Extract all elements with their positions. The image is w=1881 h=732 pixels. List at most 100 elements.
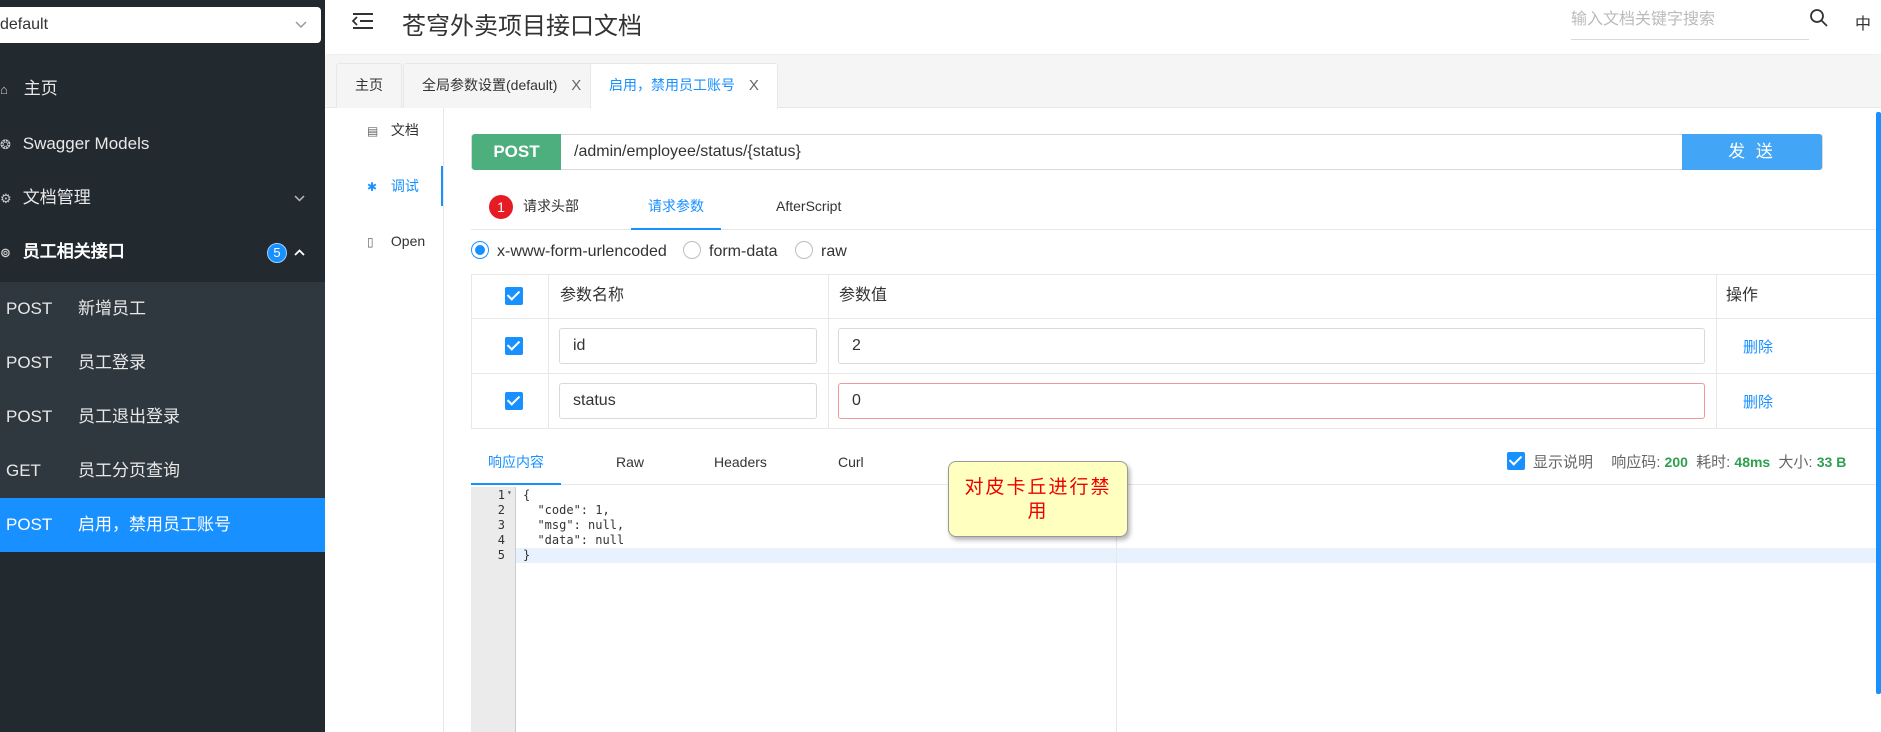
method-label: GET [6, 461, 41, 480]
doc-nav-open[interactable]: ▯ Open [325, 221, 443, 261]
doc-nav-debug[interactable]: ✱ 调试 [325, 166, 443, 206]
chevron-down-icon [295, 7, 307, 43]
tab-afterscript[interactable]: AfterScript [776, 186, 841, 230]
request-tabs: 1 请求头部 请求参数 AfterScript [471, 186, 1881, 230]
sidebar-item-employee-login[interactable]: POST 员工登录 [0, 336, 325, 390]
radio-urlencoded[interactable]: x-www-form-urlencoded [471, 241, 667, 261]
show-desc-label: 显示说明 [1533, 454, 1594, 471]
table-header: 参数名称 参数值 操作 [472, 275, 1881, 319]
sidebar-item-label: 员工相关接口 [22, 242, 125, 261]
params-table: 参数名称 参数值 操作 id 2 删除 status 0 删除 [471, 274, 1881, 429]
line-number: 4 [497, 533, 505, 547]
radio-label: x-www-form-urlencoded [497, 243, 667, 261]
sidebar-item-doc-manage[interactable]: ⚙ 文档管理 [0, 171, 325, 225]
bug-icon: ✱ [367, 180, 378, 194]
search-placeholder: 输入文档关键字搜索 [1571, 11, 1716, 28]
language-toggle[interactable]: 中 [1855, 10, 1871, 34]
sidebar-item-add-employee[interactable]: POST 新增员工 [0, 282, 325, 336]
group-select[interactable]: default [0, 7, 321, 43]
table-row: status 0 删除 [472, 374, 1881, 429]
tab-response-headers[interactable]: Headers [714, 441, 767, 485]
delete-param-link[interactable]: 删除 [1743, 336, 1773, 357]
param-name-input[interactable]: status [559, 383, 817, 419]
fold-arrow-icon[interactable]: ▾ [507, 488, 512, 497]
param-value-input[interactable]: 0 [838, 383, 1705, 419]
sidebar-item-employee-page[interactable]: GET 员工分页查询 [0, 444, 325, 498]
tab-label: 请求头部 [523, 198, 579, 214]
doc-nav-docs[interactable]: ▤ 文档 [325, 110, 443, 150]
tab-response-content[interactable]: 响应内容 [471, 441, 561, 485]
line-number: 3 [497, 518, 505, 532]
tab-response-curl[interactable]: Curl [838, 441, 864, 485]
show-desc-checkbox[interactable] [1507, 452, 1525, 471]
tab-label: 主页 [355, 77, 383, 93]
row-checkbox[interactable] [505, 392, 523, 410]
sidebar-item-swagger-models[interactable]: ❂ Swagger Models [0, 117, 325, 171]
row-checkbox[interactable] [505, 337, 523, 355]
scrollbar[interactable] [1876, 112, 1881, 694]
tab-label: 启用，禁用员工账号 [609, 77, 735, 93]
sidebar-item-home[interactable]: ⌂ 主页 [0, 62, 325, 116]
api-name: 员工退出登录 [78, 407, 180, 426]
tab-request-headers[interactable]: 1 请求头部 [489, 186, 579, 230]
code-line: "data": null [523, 533, 625, 547]
send-button[interactable]: 发 送 [1682, 134, 1822, 170]
param-value-input[interactable]: 2 [838, 328, 1705, 364]
radio-label: raw [821, 243, 847, 261]
tab-home[interactable]: 主页 [336, 63, 402, 108]
sidebar-item-employee-status[interactable]: POST 启用，禁用员工账号 [0, 498, 325, 552]
col-header-value: 参数值 [829, 275, 1717, 318]
request-url-bar: POST /admin/employee/status/{status} [471, 134, 1823, 170]
chevron-down-icon [294, 171, 305, 225]
response-size-value: 33 B [1816, 454, 1847, 470]
radio-raw[interactable]: raw [795, 241, 847, 261]
table-row: id 2 删除 [472, 319, 1881, 374]
param-name-input[interactable]: id [559, 328, 817, 364]
select-all-checkbox[interactable] [505, 287, 523, 305]
doc-nav-label: 调试 [390, 178, 419, 194]
api-name: 员工登录 [78, 353, 146, 372]
http-method-badge: POST [472, 134, 561, 170]
model-icon: ❂ [0, 137, 11, 152]
close-icon[interactable]: X [571, 77, 581, 94]
radio-dot [795, 241, 813, 259]
close-icon[interactable]: X [749, 77, 759, 94]
request-url-input[interactable]: /admin/employee/status/{status} [574, 135, 801, 169]
count-badge: 5 [267, 243, 287, 263]
col-header-name: 参数名称 [549, 275, 829, 318]
doc-nav-label: Open [390, 233, 426, 249]
line-gutter: 1 2 3 4 5 ▾ [471, 487, 516, 732]
menu-collapse-icon[interactable] [351, 10, 375, 32]
method-label: POST [6, 353, 53, 372]
tab-request-params[interactable]: 请求参数 [631, 186, 721, 230]
sidebar-item-label: 文档管理 [22, 188, 91, 207]
file-icon: ▯ [367, 235, 374, 249]
method-label: POST [6, 515, 53, 534]
response-time-value: 48ms [1734, 454, 1771, 470]
sidebar-item-label: Swagger Models [22, 134, 150, 153]
sidebar-item-employee-logout[interactable]: POST 员工退出登录 [0, 390, 325, 444]
tab-label: AfterScript [776, 198, 842, 214]
api-name: 员工分页查询 [78, 461, 180, 480]
tab-employee-status[interactable]: 启用，禁用员工账号 X [590, 63, 778, 109]
response-editor[interactable]: 1 2 3 4 5 ▾ { "code": 1, "msg": null, "d… [471, 487, 1881, 732]
search-icon[interactable] [1809, 8, 1831, 30]
radio-dot [683, 241, 701, 259]
doc-manage-icon: ⚙ [0, 191, 12, 206]
search-input[interactable]: 输入文档关键字搜索 [1571, 8, 1809, 40]
api-name: 启用，禁用员工账号 [78, 515, 231, 534]
response-meta: 显示说明 响应码: 200 耗时: 48ms 大小: 33 B [1507, 441, 1846, 484]
home-icon: ⌂ [0, 82, 8, 97]
doc-side-nav: ▤ 文档 ✱ 调试 ▯ Open [325, 108, 444, 732]
response-code-label: 响应码: [1611, 454, 1661, 471]
radio-dot [471, 241, 489, 259]
tab-global-params[interactable]: 全局参数设置(default) X [403, 63, 601, 108]
code-line: "code": 1, [523, 503, 610, 517]
sidebar-item-employee-api[interactable]: ⊚ 员工相关接口 5 [0, 225, 325, 279]
tab-response-raw[interactable]: Raw [616, 441, 644, 485]
code-line: { [523, 488, 531, 502]
delete-param-link[interactable]: 删除 [1743, 391, 1773, 412]
code-line: } [523, 548, 531, 562]
tab-label: 全局参数设置(default) [422, 77, 558, 93]
radio-form-data[interactable]: form-data [683, 241, 777, 261]
